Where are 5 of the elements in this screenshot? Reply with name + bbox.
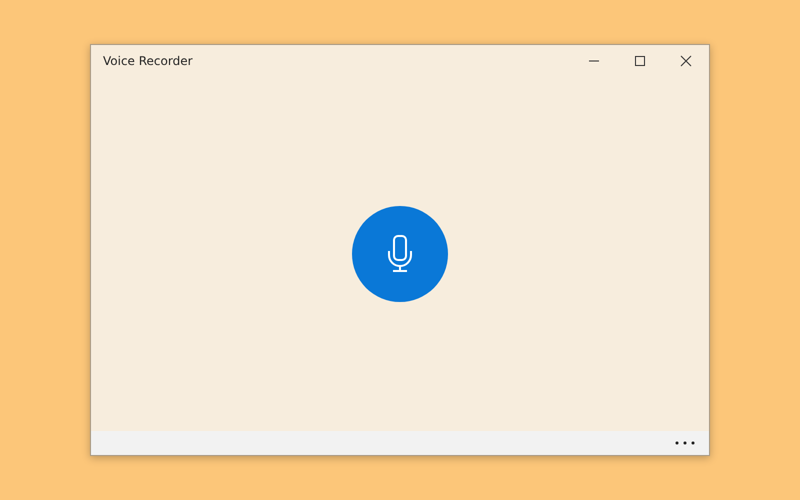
maximize-icon: [634, 55, 646, 67]
close-icon: [680, 55, 692, 67]
more-icon: [675, 441, 695, 445]
microphone-icon: [386, 234, 414, 274]
window-title: Voice Recorder: [103, 54, 193, 68]
